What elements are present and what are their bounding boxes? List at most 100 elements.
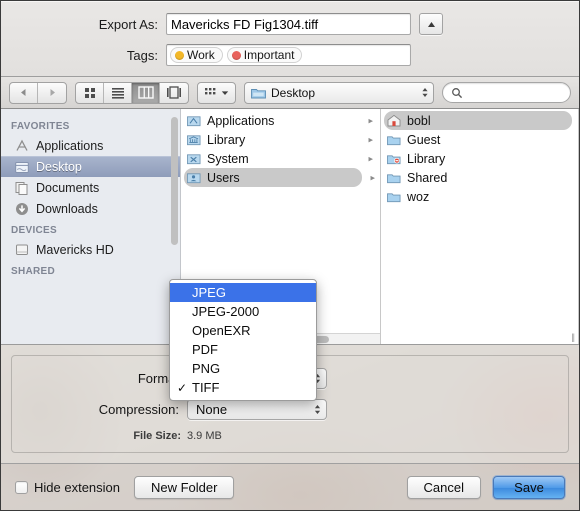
list-view-icon — [111, 87, 124, 99]
up-down-chevron-icon — [422, 88, 428, 97]
folder-icon — [387, 192, 401, 202]
format-dropdown-menu[interactable]: JPEG JPEG-2000 OpenEXR PDF PNG ✓ TIFF — [169, 279, 317, 401]
view-coverflow-button[interactable] — [160, 83, 188, 103]
export-as-row: Export As: Mavericks FD Fig1304.tiff — [1, 13, 579, 35]
view-column-button[interactable] — [132, 82, 160, 103]
forward-button[interactable] — [38, 83, 66, 103]
compression-value: None — [196, 402, 228, 417]
sidebar-item-mavericks-hd[interactable]: Mavericks HD — [1, 239, 180, 260]
sidebar-item-label: Desktop — [36, 160, 82, 174]
folder-icon — [387, 173, 401, 183]
tags-input[interactable]: Work Important — [166, 44, 411, 66]
menu-item-png[interactable]: PNG — [170, 359, 316, 378]
file-size-value: 3.9 MB — [187, 430, 222, 442]
tag-color-dot — [231, 50, 241, 60]
sidebar-section-header: DEVICES — [11, 225, 58, 236]
menu-item-label: PNG — [192, 361, 221, 376]
sidebar-section-header: FAVORITES — [11, 121, 70, 132]
menu-item-jpeg-2000[interactable]: JPEG-2000 — [170, 302, 316, 321]
export-as-label: Export As: — [98, 16, 158, 32]
system-folder-icon — [187, 153, 201, 164]
list-item[interactable]: Library — [381, 149, 578, 168]
tags-row: Tags: Work Important — [1, 44, 579, 66]
search-input[interactable] — [442, 82, 571, 103]
applications-folder-icon — [187, 115, 201, 126]
sidebar-item-label: Documents — [36, 180, 100, 195]
action-menu-button[interactable] — [197, 81, 236, 104]
path-popup-value: Desktop — [271, 85, 316, 100]
disclosure-arrow-icon: ▸ — [368, 153, 373, 163]
sidebar-item-desktop[interactable]: Desktop — [1, 156, 180, 177]
hide-extension-checkbox-group[interactable]: Hide extension — [15, 480, 120, 495]
menu-item-pdf[interactable]: PDF — [170, 340, 316, 359]
sidebar-item-label: Applications — [36, 138, 104, 153]
sidebar-item-downloads[interactable]: Downloads — [1, 198, 180, 219]
tag-token[interactable]: Important — [226, 47, 303, 63]
list-item[interactable]: woz — [381, 187, 578, 206]
disclosure-arrow-icon: ▸ — [370, 172, 375, 182]
forward-arrow-icon — [50, 89, 55, 96]
chevron-down-icon — [221, 90, 229, 95]
tag-label: Important — [243, 48, 295, 62]
hide-extension-label: Hide extension — [34, 479, 120, 495]
view-icon-button[interactable] — [76, 82, 104, 103]
format-label: Format — [137, 371, 179, 386]
sidebar-item-documents[interactable]: Documents — [1, 177, 180, 198]
applications-icon — [16, 139, 28, 151]
cancel-button[interactable]: Cancel — [406, 475, 481, 499]
folder-icon — [387, 135, 401, 145]
users-folder-icon — [187, 172, 201, 183]
grid-view-icon — [85, 88, 95, 98]
sidebar-item-applications[interactable]: Applications — [1, 135, 180, 156]
up-down-chevron-icon — [314, 405, 321, 414]
tag-token[interactable]: Work — [170, 47, 223, 63]
desktop-folder-icon — [15, 161, 29, 173]
filename-input[interactable]: Mavericks FD Fig1304.tiff — [166, 13, 411, 35]
triangle-up-icon — [427, 21, 435, 27]
compression-popup-button[interactable]: None — [187, 399, 327, 420]
file-size-row: File Size: 3.9 MB — [12, 430, 568, 442]
list-item[interactable]: Applications ▸ — [181, 111, 380, 130]
list-item[interactable]: System ▸ — [181, 149, 380, 168]
folder-icon — [251, 88, 266, 98]
list-item-label: bobl — [407, 113, 431, 128]
sidebar-section-header: SHARED — [11, 266, 56, 277]
new-folder-button[interactable]: New Folder — [134, 475, 235, 499]
menu-item-label: PDF — [192, 342, 218, 357]
list-item[interactable]: bobl — [384, 111, 572, 130]
list-item[interactable]: Shared — [381, 168, 578, 187]
action-grid-icon — [205, 88, 216, 95]
back-arrow-icon — [21, 89, 26, 96]
list-item-label: System — [207, 151, 249, 166]
downloads-icon — [16, 202, 28, 215]
coverflow-view-icon — [167, 86, 181, 99]
list-item-label: woz — [407, 189, 430, 204]
home-folder-icon — [387, 114, 401, 127]
menu-item-jpeg[interactable]: JPEG — [170, 283, 316, 302]
path-popup-button[interactable]: Desktop — [244, 81, 434, 104]
column-resize-handle[interactable]: || — [571, 332, 575, 342]
sidebar-item-label: Downloads — [36, 201, 98, 216]
list-item-label: Shared — [407, 170, 448, 185]
menu-item-label: TIFF — [192, 380, 220, 395]
save-button[interactable]: Save — [493, 475, 565, 499]
filename-value: Mavericks FD Fig1304.tiff — [171, 16, 319, 32]
list-item-label: Guest — [407, 132, 441, 147]
tags-label: Tags: — [126, 47, 158, 63]
list-item[interactable]: Library ▸ — [181, 130, 380, 149]
back-button[interactable] — [10, 82, 38, 103]
file-size-label: File Size: — [133, 430, 181, 442]
disclosure-arrow-icon: ▸ — [368, 134, 373, 144]
column-view-icon — [137, 86, 154, 99]
tag-color-dot — [175, 50, 184, 60]
expand-dialog-button[interactable] — [419, 13, 443, 35]
hide-extension-checkbox[interactable] — [15, 480, 28, 494]
list-item[interactable]: Guest — [381, 130, 578, 149]
sidebar-scrollbar[interactable] — [171, 117, 178, 245]
view-list-button[interactable] — [104, 82, 132, 103]
list-item[interactable]: Users ▸ — [184, 168, 375, 187]
sidebar: FAVORITES Applications Desktop Documents… — [1, 109, 181, 344]
menu-item-openexr[interactable]: OpenEXR — [170, 321, 316, 340]
menu-item-tiff[interactable]: ✓ TIFF — [170, 378, 316, 397]
tag-label: Work — [187, 48, 215, 62]
